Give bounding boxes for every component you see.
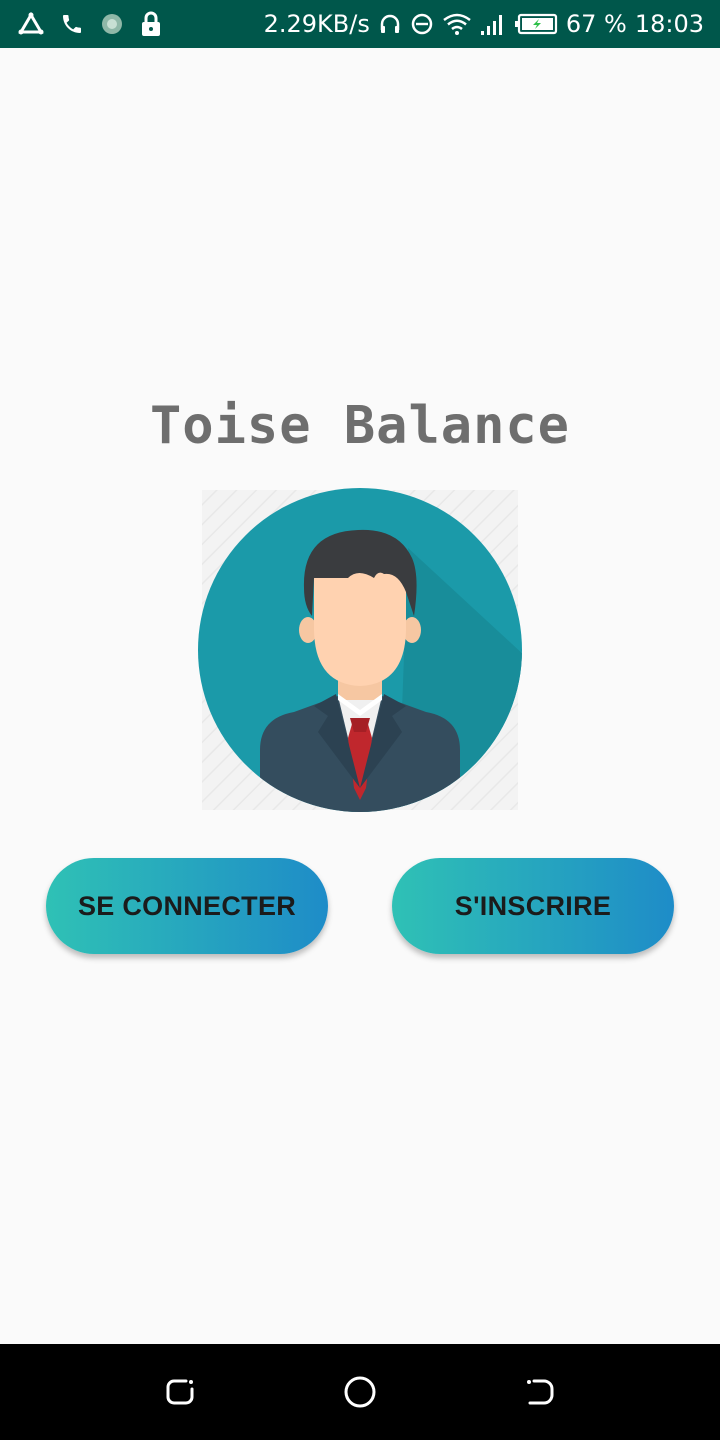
clock: 18:03	[634, 10, 704, 38]
navigation-bar	[0, 1344, 720, 1440]
net-speed: 2.29KB/s	[263, 10, 370, 38]
signup-button[interactable]: S'INSCRIRE	[392, 858, 674, 954]
headphones-icon	[378, 12, 402, 36]
signal-icon	[480, 12, 506, 36]
status-bar-right: 2.29KB/s 67 % 18:03	[256, 10, 704, 38]
phone-icon	[60, 12, 84, 36]
dots-app-icon	[100, 12, 124, 36]
dnd-icon	[410, 12, 434, 36]
battery-charging-icon	[514, 12, 558, 36]
wifi-icon	[442, 12, 472, 36]
login-button[interactable]: SE CONNECTER	[46, 858, 328, 954]
status-bar-left	[18, 11, 178, 37]
businessman-avatar-icon	[198, 488, 522, 812]
status-bar: 2.29KB/s 67 % 18:03	[0, 0, 720, 48]
app-title: Toise Balance	[150, 396, 570, 456]
battery-percent: 67 %	[565, 10, 627, 38]
back-icon[interactable]	[510, 1362, 570, 1422]
triangle-app-icon	[18, 12, 44, 36]
recents-icon[interactable]	[150, 1362, 210, 1422]
home-icon[interactable]	[330, 1362, 390, 1422]
lock-icon	[140, 11, 162, 37]
